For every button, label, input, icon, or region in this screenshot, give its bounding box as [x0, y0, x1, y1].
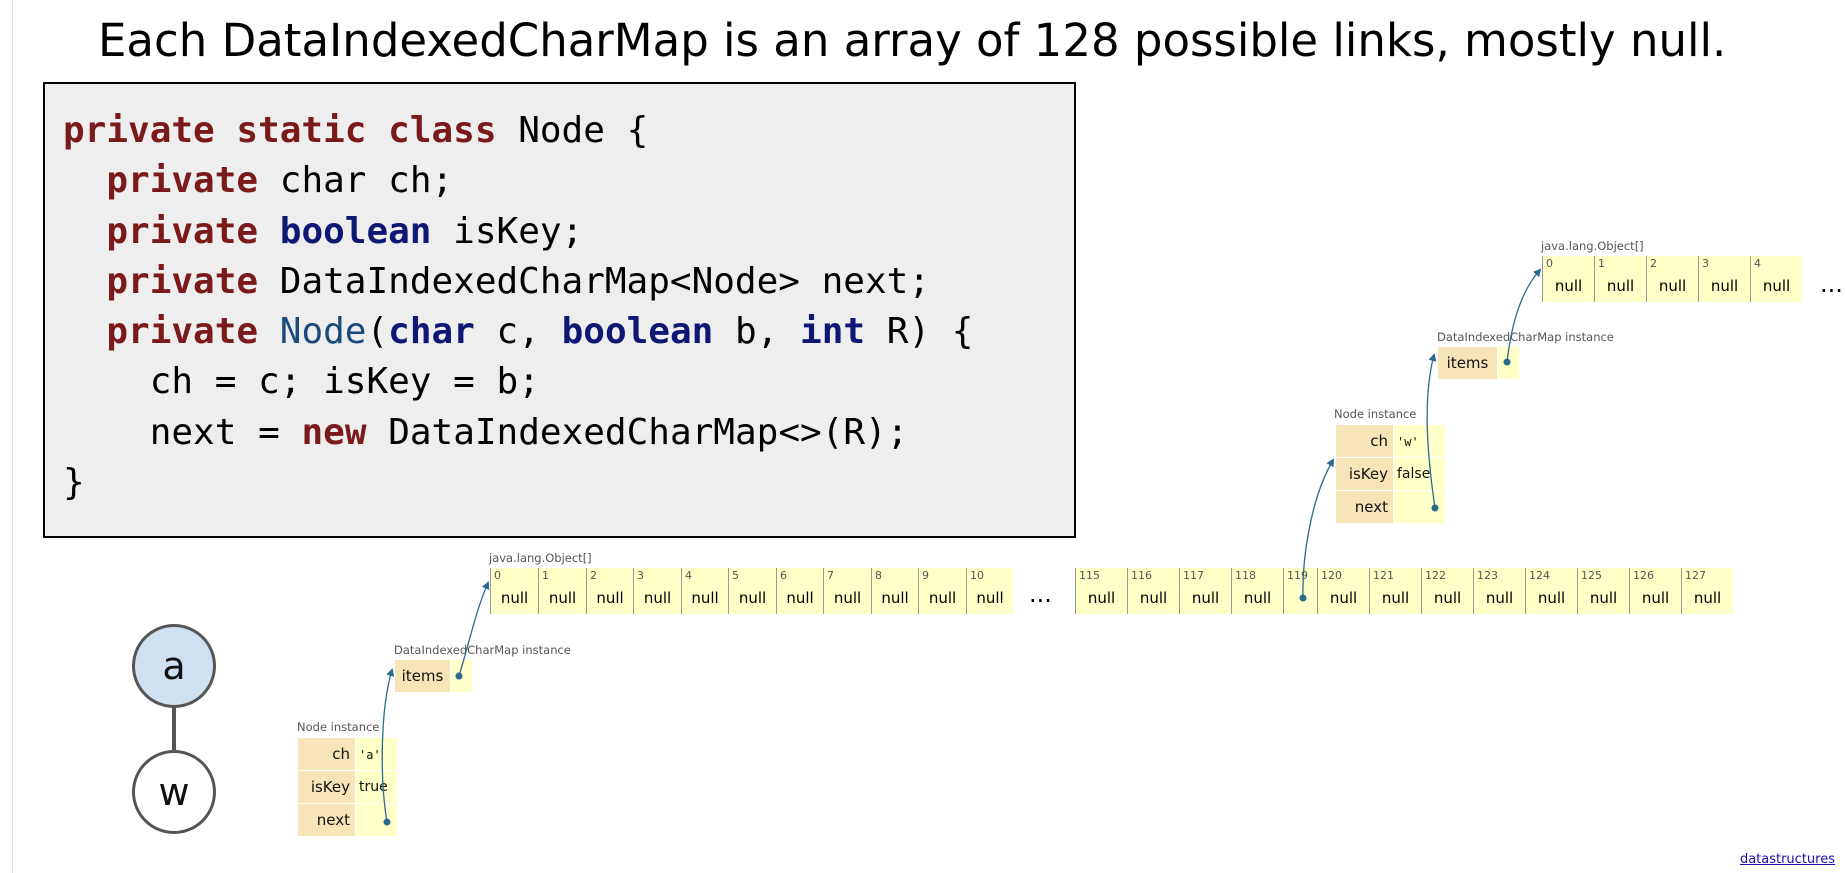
- arrow-items-to-array: [458, 581, 490, 677]
- pointer-dot: [1431, 504, 1439, 512]
- footer-link[interactable]: datastructures: [1740, 852, 1835, 867]
- arrow-items-to-small-array: [1506, 268, 1542, 363]
- pointer-dot: [455, 672, 463, 680]
- pointer-dot: [383, 818, 391, 826]
- pointer-arrows: [381, 268, 1542, 826]
- pointer-dot: [1299, 594, 1307, 602]
- pointer-dot: [1503, 358, 1511, 366]
- arrow-119-to-node-w: [1302, 458, 1334, 599]
- arrow-next-to-map-a: [381, 668, 395, 823]
- arrow-next-to-map-w: [1426, 353, 1437, 509]
